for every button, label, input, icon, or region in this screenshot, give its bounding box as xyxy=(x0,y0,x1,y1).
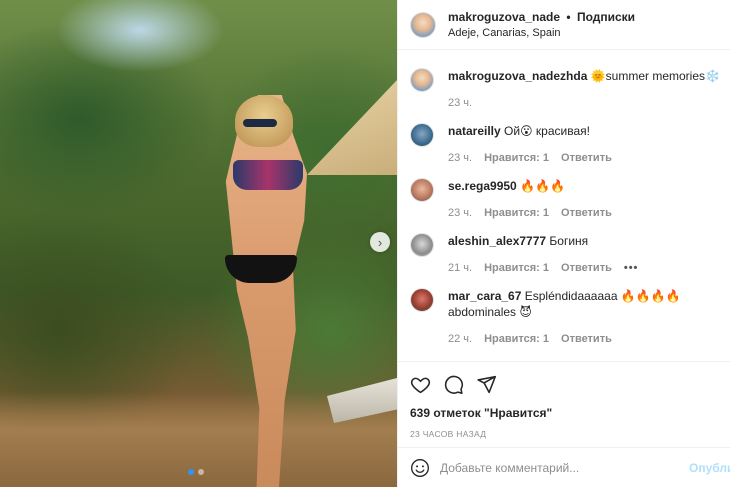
reply-button[interactable]: Ответить xyxy=(561,260,612,276)
reply-button[interactable]: Ответить xyxy=(561,331,612,347)
photo-person xyxy=(195,95,335,487)
comment-item: se.rega9950 🔥🔥🔥 23 ч. Нравится: 1 Ответи… xyxy=(410,178,612,221)
reply-button[interactable]: Ответить xyxy=(561,150,612,166)
comment-likes[interactable]: Нравится: 1 xyxy=(484,205,549,221)
heart-icon[interactable] xyxy=(410,374,431,398)
comment-username[interactable]: natareilly xyxy=(448,124,501,138)
avatar[interactable] xyxy=(410,11,436,38)
caption: makroguzova_nadezhda 🌞summer memories❄️ … xyxy=(410,68,720,111)
avatar[interactable] xyxy=(410,178,434,202)
avatar[interactable] xyxy=(410,233,434,257)
avatar[interactable] xyxy=(410,288,434,312)
avatar[interactable] xyxy=(410,123,434,147)
caption-time[interactable]: 23 ч. xyxy=(448,95,472,111)
emoji-smiley-icon[interactable] xyxy=(410,458,430,478)
more-options-icon[interactable]: ••• xyxy=(624,260,639,276)
likes-count[interactable]: 639 отметок "Нравится" xyxy=(410,406,719,420)
comment-item: natareilly Ой😮 красивая! 23 ч. Нравится:… xyxy=(410,123,612,166)
reply-button[interactable]: Ответить xyxy=(561,205,612,221)
comment-text: 🔥🔥🔥 xyxy=(520,179,565,193)
comment-text: Ой😮 красивая! xyxy=(504,124,590,138)
comment-text: Богиня xyxy=(549,234,589,248)
paper-plane-icon[interactable] xyxy=(476,374,497,398)
carousel-dot xyxy=(198,469,204,475)
location-link[interactable]: Adeje, Canarias, Spain xyxy=(448,27,635,39)
post-header: makroguzova_nade • Подписки Adeje, Canar… xyxy=(398,0,730,50)
comment-time[interactable]: 23 ч. xyxy=(448,150,472,166)
comment-username[interactable]: mar_cara_67 xyxy=(448,289,521,303)
caption-text: 🌞summer memories❄️ xyxy=(590,69,720,83)
comment-username[interactable]: se.rega9950 xyxy=(448,179,517,193)
post-time[interactable]: 23 ЧАСОВ НАЗАД xyxy=(410,429,719,439)
header-username[interactable]: makroguzova_nade xyxy=(448,10,560,24)
header-separator: • xyxy=(566,10,571,24)
comment-bubble-icon[interactable] xyxy=(443,374,464,398)
comment-likes[interactable]: Нравится: 1 xyxy=(484,260,549,276)
post-button[interactable]: Опубликовать xyxy=(689,461,730,475)
comment-likes[interactable]: Нравится: 1 xyxy=(484,331,549,347)
comment-input[interactable] xyxy=(440,460,689,475)
post-actions: 639 отметок "Нравится" 23 ЧАСОВ НАЗАД xyxy=(398,361,730,439)
carousel-dot xyxy=(188,469,194,475)
comment-time[interactable]: 21 ч. xyxy=(448,260,472,276)
comment-item: mar_cara_67 Espléndidaaaaaa 🔥🔥🔥🔥 abdomin… xyxy=(410,288,720,347)
comment-time[interactable]: 23 ч. xyxy=(448,205,472,221)
comment-time[interactable]: 22 ч. xyxy=(448,331,472,347)
follow-button[interactable]: Подписки xyxy=(577,10,635,24)
add-comment-bar: Опубликовать xyxy=(398,447,730,487)
comment-username[interactable]: aleshin_alex7777 xyxy=(448,234,546,248)
comment-likes[interactable]: Нравится: 1 xyxy=(484,150,549,166)
chevron-right-icon[interactable]: › xyxy=(370,232,390,252)
comments-fade xyxy=(398,351,730,358)
avatar[interactable] xyxy=(410,68,434,92)
comment-item: aleshin_alex7777 Богиня 21 ч. Нравится: … xyxy=(410,233,638,276)
carousel-indicator xyxy=(188,469,204,475)
post-side-panel: makroguzova_nade • Подписки Adeje, Canar… xyxy=(397,0,730,487)
post-photo[interactable]: › xyxy=(0,0,397,487)
comments-list[interactable]: makroguzova_nadezhda 🌞summer memories❄️ … xyxy=(398,51,730,358)
caption-username[interactable]: makroguzova_nadezhda xyxy=(448,69,587,83)
